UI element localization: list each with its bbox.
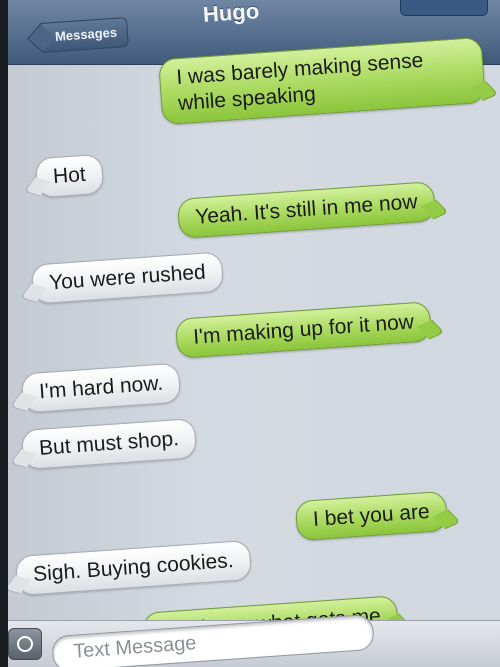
message-bubble-outgoing[interactable]: I bet you are [294,490,448,542]
message-bubble-incoming[interactable]: You were rushed [30,251,225,305]
conversation-title: Hugo [202,0,260,27]
back-button[interactable]: Messages [37,16,130,54]
message-input[interactable] [70,619,366,665]
camera-icon [17,636,33,652]
message-bubble-incoming[interactable]: But must shop. [20,417,198,471]
nav-right-button[interactable] [400,0,488,16]
screen: Messages Hugo I was barely making sense … [8,0,500,667]
camera-button[interactable] [8,628,42,660]
message-input-wrapper [51,613,375,667]
compose-bar [8,613,500,667]
message-bubble-incoming[interactable]: Hot [34,153,105,199]
message-bubble-incoming[interactable]: Sigh. Buying cookies. [14,539,252,597]
back-button-label: Messages [54,24,118,44]
message-bubble-incoming[interactable]: I'm hard now. [20,362,182,414]
message-bubble-outgoing[interactable]: Yeah. It's still in me now [176,181,436,239]
message-bubble-outgoing[interactable]: I'm making up for it now [174,301,433,359]
